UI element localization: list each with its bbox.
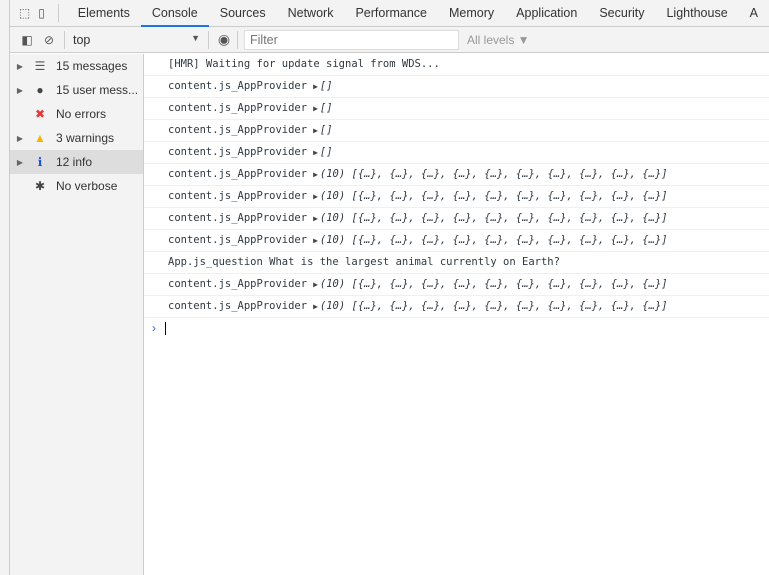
tab-memory[interactable]: Memory bbox=[438, 0, 505, 27]
sidebar-toggle-icon[interactable]: ◧ bbox=[16, 26, 38, 53]
console-message: content.js_AppProvider ▶ (10) [{…}, {…}, {… bbox=[144, 208, 769, 230]
inspect-element-icon[interactable]: ⬚ bbox=[16, 0, 33, 27]
sidebar-item[interactable]: ✱ No verbose bbox=[10, 174, 143, 198]
logged-object[interactable]: [] bbox=[320, 80, 333, 92]
tab-application[interactable]: Application bbox=[505, 0, 588, 27]
logged-object[interactable]: (10) [{…}, {…}, {…}, {…}, {…}, {…}, {…},… bbox=[320, 168, 668, 180]
console-message: content.js_AppProvider ▶ (10) [{…}, {…}, {… bbox=[144, 296, 769, 318]
user-icon: ● bbox=[36, 83, 44, 97]
sidebar-item[interactable]: ▶ ● 15 user mess... bbox=[10, 78, 143, 102]
logged-object[interactable]: (10) [{…}, {…}, {…}, {…}, {…}, {…}, {…},… bbox=[320, 234, 668, 246]
console-message: content.js_AppProvider ▶[] bbox=[144, 142, 769, 164]
message-text: content.js_AppProvider bbox=[168, 102, 308, 114]
expand-triangle-icon[interactable]: ▶ bbox=[313, 104, 318, 113]
divider bbox=[237, 30, 238, 49]
tab-a[interactable]: A bbox=[739, 0, 769, 27]
console-prompt[interactable]: › bbox=[144, 318, 769, 338]
logged-object[interactable]: (10) [{…}, {…}, {…}, {…}, {…}, {…}, {…},… bbox=[320, 278, 668, 290]
console-message: content.js_AppProvider ▶[] bbox=[144, 98, 769, 120]
expand-triangle-icon[interactable]: ▶ bbox=[313, 214, 318, 223]
sidebar-item-label: 12 info bbox=[56, 155, 93, 169]
text-cursor bbox=[165, 321, 166, 335]
console-message: content.js_AppProvider ▶ (10) [{…}, {…}, {… bbox=[144, 274, 769, 296]
sidebar-item[interactable]: ✖ No errors bbox=[10, 102, 143, 126]
message-text: content.js_AppProvider bbox=[168, 124, 308, 136]
tab-elements[interactable]: Elements bbox=[67, 0, 141, 27]
context-selector[interactable]: top ▼ bbox=[69, 33, 204, 47]
tab-security[interactable]: Security bbox=[588, 0, 655, 27]
info-icon: ℹ bbox=[37, 155, 43, 169]
sidebar-item[interactable]: ▶ ☰ 15 messages bbox=[10, 54, 143, 78]
sidebar-item-label: 15 user mess... bbox=[56, 83, 139, 97]
console-messages: [HMR] Waiting for update signal from WDS… bbox=[144, 54, 769, 575]
prompt-chevron-icon: › bbox=[152, 321, 156, 335]
divider bbox=[58, 4, 59, 22]
console-message: content.js_AppProvider ▶ (10) [{…}, {…}, {… bbox=[144, 230, 769, 252]
expand-triangle-icon[interactable]: ▶ bbox=[313, 126, 318, 135]
clear-console-icon[interactable]: ⊘ bbox=[38, 26, 60, 53]
tab-console[interactable]: Console bbox=[140, 0, 209, 27]
log-levels-dropdown[interactable]: All levels ▼ bbox=[467, 33, 530, 47]
console-toolbar: ◧ ⊘ top ▼ ◉ All levels ▼ bbox=[10, 27, 769, 53]
console-message: content.js_AppProvider ▶[] bbox=[144, 120, 769, 142]
sidebar-item-label: No verbose bbox=[56, 179, 118, 193]
message-text: content.js_AppProvider bbox=[168, 146, 308, 158]
console-sidebar: ▶ ☰ 15 messages ▶ ● 15 user mess... ✖ No errors… bbox=[10, 54, 144, 575]
device-toolbar-icon[interactable]: ▯ bbox=[33, 0, 50, 27]
logged-object[interactable]: [] bbox=[320, 146, 333, 158]
message-text: content.js_AppProvider bbox=[168, 168, 308, 180]
message-text: content.js_AppProvider bbox=[168, 80, 308, 92]
expand-arrow-icon: ▶ bbox=[16, 133, 24, 143]
dropdown-icon: ▼ bbox=[191, 32, 200, 43]
warning-icon: ▲ bbox=[34, 131, 46, 145]
context-value: top bbox=[73, 32, 91, 47]
live-expression-eye-icon[interactable]: ◉ bbox=[213, 26, 235, 53]
expand-triangle-icon[interactable]: ▶ bbox=[313, 82, 318, 91]
logged-object[interactable]: (10) [{…}, {…}, {…}, {…}, {…}, {…}, {…},… bbox=[320, 212, 668, 224]
message-text: [HMR] Waiting for update signal from WDS… bbox=[168, 58, 440, 70]
sidebar-item[interactable]: ▶ ℹ 12 info bbox=[10, 150, 143, 174]
sidebar-item[interactable]: ▶ ▲ 3 warnings bbox=[10, 126, 143, 150]
tab-performance[interactable]: Performance bbox=[344, 0, 438, 27]
console-message: [HMR] Waiting for update signal from WDS… bbox=[144, 54, 769, 76]
tab-network[interactable]: Network bbox=[277, 0, 345, 27]
console-message: content.js_AppProvider ▶ (10) [{…}, {…}, {… bbox=[144, 164, 769, 186]
tab-lighthouse[interactable]: Lighthouse bbox=[655, 0, 738, 27]
bug-icon: ✱ bbox=[34, 179, 46, 193]
logged-object[interactable]: (10) [{…}, {…}, {…}, {…}, {…}, {…}, {…},… bbox=[320, 300, 668, 312]
logged-object[interactable]: [] bbox=[320, 102, 333, 114]
console-message: content.js_AppProvider ▶[] bbox=[144, 76, 769, 98]
divider bbox=[208, 30, 209, 49]
console-message: App.js_question What is the largest anim… bbox=[144, 252, 769, 274]
message-text: content.js_AppProvider bbox=[168, 234, 308, 246]
message-text: content.js_AppProvider bbox=[168, 300, 308, 312]
tab-sources[interactable]: Sources bbox=[209, 0, 277, 27]
expand-triangle-icon[interactable]: ▶ bbox=[313, 280, 318, 289]
error-icon: ✖ bbox=[34, 107, 46, 121]
message-text: content.js_AppProvider bbox=[168, 190, 308, 202]
sidebar-item-label: 15 messages bbox=[56, 59, 128, 73]
filter-input[interactable] bbox=[244, 29, 459, 50]
expand-triangle-icon[interactable]: ▶ bbox=[313, 192, 318, 201]
page-edge bbox=[0, 0, 10, 575]
expand-arrow-icon: ▶ bbox=[16, 61, 24, 71]
console-message: content.js_AppProvider ▶ (10) [{…}, {…}, {… bbox=[144, 186, 769, 208]
logged-object[interactable]: [] bbox=[320, 124, 333, 136]
devtools: ⬚ ▯ Elements Console Sources Network Perform… bbox=[10, 0, 769, 575]
expand-triangle-icon[interactable]: ▶ bbox=[313, 236, 318, 245]
expand-triangle-icon[interactable]: ▶ bbox=[313, 302, 318, 311]
expand-triangle-icon[interactable]: ▶ bbox=[313, 170, 318, 179]
expand-triangle-icon[interactable]: ▶ bbox=[313, 148, 318, 157]
message-text: content.js_AppProvider bbox=[168, 212, 308, 224]
message-text: App.js_question What is the largest anim… bbox=[168, 256, 560, 268]
sidebar-item-label: 3 warnings bbox=[56, 131, 115, 145]
message-text: content.js_AppProvider bbox=[168, 278, 308, 290]
divider bbox=[64, 30, 65, 49]
expand-arrow-icon: ▶ bbox=[16, 157, 24, 167]
logged-object[interactable]: (10) [{…}, {…}, {…}, {…}, {…}, {…}, {…},… bbox=[320, 190, 668, 202]
list-icon: ☰ bbox=[34, 59, 46, 73]
expand-arrow-icon: ▶ bbox=[16, 85, 24, 95]
sidebar-item-label: No errors bbox=[56, 107, 107, 121]
tab-bar: ⬚ ▯ Elements Console Sources Network Perform… bbox=[10, 0, 769, 27]
